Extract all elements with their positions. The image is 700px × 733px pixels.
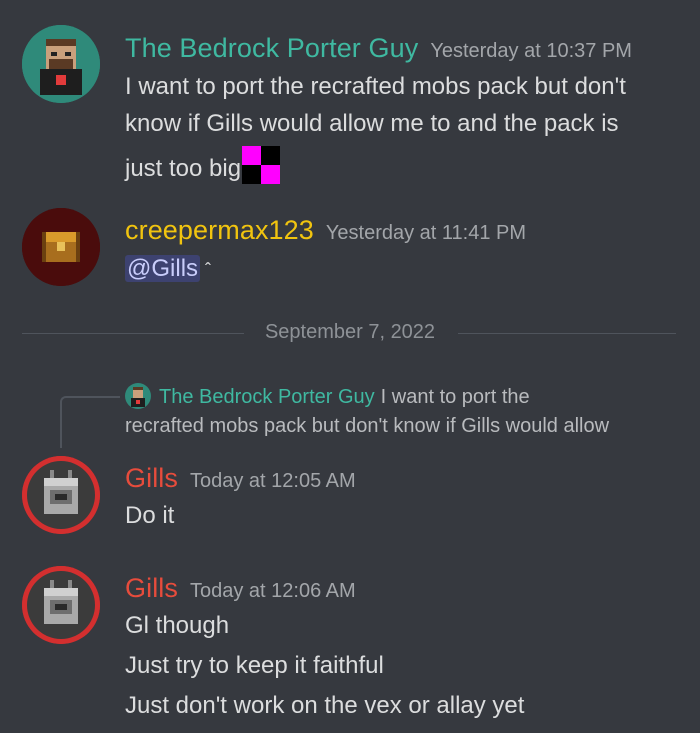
message-text-line: Just try to keep it faithful: [125, 652, 384, 679]
reply-text-line: recrafted mobs pack but don't know if Gi…: [125, 415, 610, 437]
avatar-gills[interactable]: [22, 456, 100, 534]
timestamp: Today at 12:06 AM: [190, 580, 356, 602]
message-text-line: Gl though: [125, 612, 230, 639]
missing-texture-emoji-icon: [242, 146, 281, 184]
reply-author-name[interactable]: The Bedrock Porter Guy: [159, 386, 375, 408]
reply-preview[interactable]: The Bedrock Porter Guy I want to port the…: [125, 383, 685, 441]
author-name[interactable]: Gills: [125, 463, 178, 493]
timestamp: Yesterday at 10:37 PM: [430, 40, 632, 62]
avatar-creepermax123[interactable]: [22, 208, 100, 286]
message-text-line: Just don't work on the vex or allay yet: [125, 692, 525, 719]
avatar-bedrock-porter-guy[interactable]: [22, 25, 100, 103]
reply-text-line: I want to port the: [380, 386, 530, 408]
message-text-line: Do it: [125, 502, 175, 529]
author-name[interactable]: creepermax123: [125, 215, 314, 245]
date-divider-label: September 7, 2022: [264, 321, 436, 343]
message-text-line: know if Gills would allow me to and the …: [125, 110, 619, 137]
dispenser-avatar-icon: [22, 566, 100, 644]
bedrock-avatar-icon: [22, 25, 100, 103]
author-name[interactable]: Gills: [125, 573, 178, 603]
message-text-line: just too big: [125, 155, 242, 182]
avatar-gills[interactable]: [22, 566, 100, 644]
user-mention[interactable]: @Gills: [125, 255, 201, 282]
message-text-line: I want to port the recrafted mobs pack b…: [125, 73, 626, 100]
reply-connector: [60, 396, 120, 448]
reply-avatar-icon: [125, 383, 151, 409]
timestamp: Today at 12:05 AM: [190, 470, 356, 492]
dispenser-avatar-icon: [22, 456, 100, 534]
timestamp: Yesterday at 11:41 PM: [325, 222, 527, 244]
edited-mark: ˆ: [200, 260, 212, 280]
author-name[interactable]: The Bedrock Porter Guy: [125, 33, 418, 63]
chest-avatar-icon: [22, 208, 100, 286]
